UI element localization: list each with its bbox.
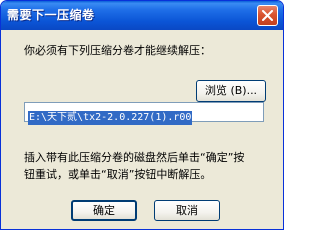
browse-label: 浏览	[204, 84, 227, 97]
volume-path-value: E:\天下贰\tx2-2.0.227(1).r00	[28, 111, 193, 125]
browse-button[interactable]: 浏览 (B)...	[196, 80, 266, 102]
prompt-text: 你必须有下列压缩分卷才能继续解压：	[24, 44, 211, 57]
dialog-window: 需要下一压缩卷 你必须有下列压缩分卷才能继续解压： 浏览 (B)... E:\天…	[0, 0, 284, 230]
browse-hotkey: (B)...	[230, 84, 258, 97]
window-title: 需要下一压缩卷	[7, 8, 95, 22]
title-bar[interactable]: 需要下一压缩卷	[1, 1, 283, 30]
instruction-text: 插入带有此压缩分卷的磁盘然后单击“确定”按 钮重试，或单击“取消”按钮中断解压。	[24, 149, 276, 183]
dialog-body: 你必须有下列压缩分卷才能继续解压： 浏览 (B)... E:\天下贰\tx2-2…	[4, 30, 280, 227]
cancel-button[interactable]: 取消	[154, 200, 220, 221]
volume-path-field[interactable]: E:\天下贰\tx2-2.0.227(1).r00	[24, 102, 264, 125]
close-icon	[262, 10, 273, 21]
close-button[interactable]	[257, 5, 278, 26]
instruction-line-2: 钮重试，或单击“取消”按钮中断解压。	[24, 168, 212, 181]
instruction-line-1: 插入带有此压缩分卷的磁盘然后单击“确定”按	[24, 151, 245, 164]
ok-button[interactable]: 确定	[71, 200, 137, 221]
